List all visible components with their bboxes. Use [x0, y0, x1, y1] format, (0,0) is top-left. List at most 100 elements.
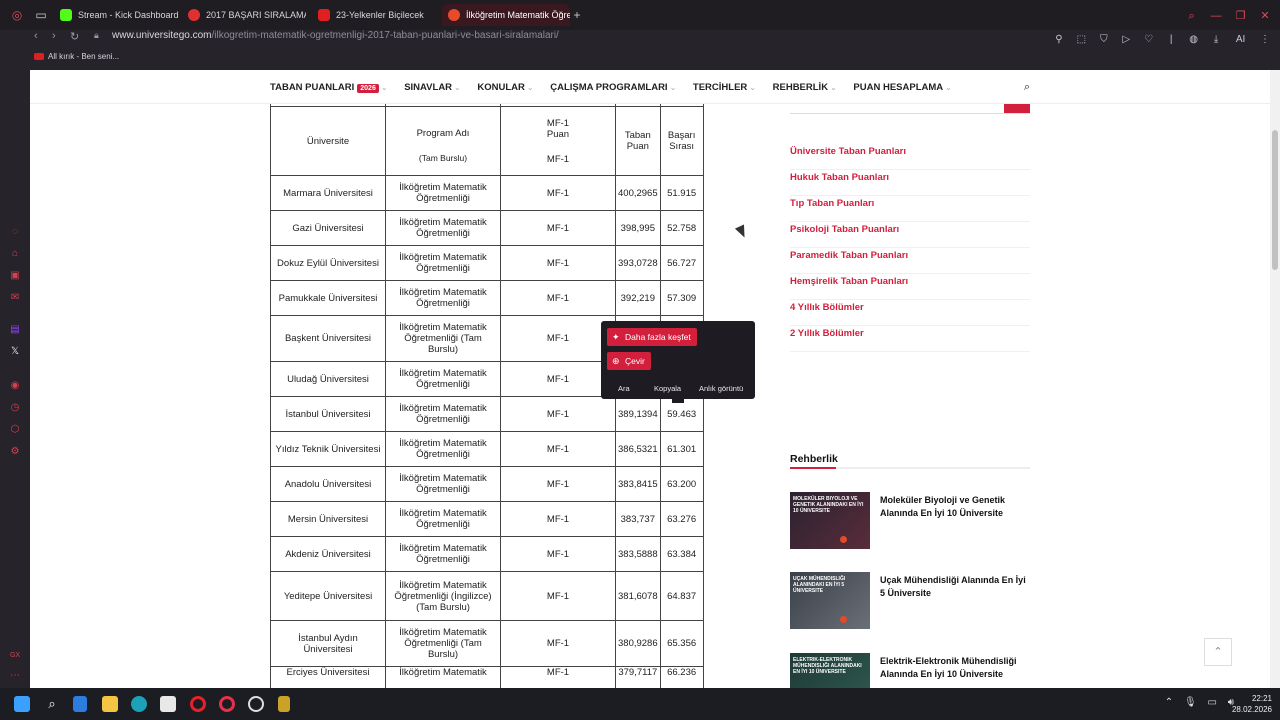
store-icon[interactable]: [160, 696, 176, 712]
new-tab-icon[interactable]: +: [570, 8, 584, 22]
browser-menu-icon[interactable]: ◎: [10, 8, 24, 22]
sidebar-link[interactable]: Psikoloji Taban Puanları: [790, 222, 1030, 248]
messenger-icon[interactable]: ✉: [9, 292, 21, 304]
post-item[interactable]: Uçak Mühendisliği Alanındaki En İyi 5 Ün…: [790, 572, 1030, 630]
reload-icon[interactable]: ↻: [70, 30, 79, 43]
download-icon[interactable]: ⤓: [1207, 34, 1225, 45]
history-icon[interactable]: ◷: [9, 402, 21, 414]
maximize-icon[interactable]: ❐: [1232, 9, 1250, 22]
network-icon[interactable]: ▭: [1207, 697, 1216, 708]
menu-sinavlar[interactable]: SINAVLAR ⌄: [404, 82, 461, 93]
tab-active[interactable]: İlköğretim Matematik Öğre: [442, 4, 570, 26]
table-cell: 386,5321: [615, 431, 661, 467]
post-thumbnail[interactable]: Elektrik-Elektronik Mühendisliği Alanınd…: [790, 653, 870, 688]
search-button[interactable]: [1004, 104, 1030, 113]
post-thumbnail[interactable]: Moleküler Biyoloji ve Genetik Alanındaki…: [790, 492, 870, 549]
app-icon[interactable]: [278, 696, 290, 712]
menu-taban-puanlari[interactable]: TABAN PUANLARI 2026 ⌄: [270, 82, 388, 93]
microphone-icon[interactable]: 🎙︎: [1184, 697, 1197, 708]
post-title[interactable]: Elektrik-Elektronik Mühendisliği Alanınd…: [880, 655, 1030, 681]
back-icon[interactable]: ‹: [34, 30, 38, 42]
sidebar-link[interactable]: Paramedik Taban Puanları: [790, 248, 1030, 274]
play-icon[interactable]: ▷: [1117, 34, 1135, 45]
scrollbar-thumb[interactable]: [1272, 130, 1278, 270]
url-field[interactable]: www.universitego.com/ilkogretim-matemati…: [112, 30, 559, 41]
search-icon[interactable]: ⌕: [44, 696, 60, 712]
sidebar-link[interactable]: Üniversite Taban Puanları: [790, 144, 1030, 170]
sidebar-link[interactable]: 4 Yıllık Bölümler: [790, 300, 1030, 326]
search-tabs-icon[interactable]: ⌕: [1183, 10, 1201, 23]
more-icon[interactable]: ⋮: [1256, 34, 1274, 45]
post-item[interactable]: Moleküler Biyoloji ve Genetik Alanındaki…: [790, 492, 1030, 550]
sidebar-link[interactable]: Hukuk Taban Puanları: [790, 170, 1030, 196]
twitch-icon[interactable]: ▤: [9, 324, 21, 336]
table-row: Dokuz Eylül Üniversitesi İlköğretim Matem…: [270, 245, 704, 281]
table-row: Anadolu Üniversitesi İlköğretim Matematik…: [270, 466, 704, 502]
profile-icon[interactable]: ◍: [1185, 34, 1203, 45]
sidebar-search[interactable]: [790, 104, 1030, 114]
table-cell: İlköğretim Matematik Öğretmenliği: [385, 361, 501, 397]
opera-icon[interactable]: [190, 696, 206, 712]
forward-icon[interactable]: ›: [52, 30, 56, 42]
post-thumbnail[interactable]: Uçak Mühendisliği Alanındaki En İyi 5 Ün…: [790, 572, 870, 629]
player-icon[interactable]: ▣: [9, 270, 21, 282]
sidebar-link[interactable]: Tıp Taban Puanları: [790, 196, 1030, 222]
sidebar-link[interactable]: 2 Yıllık Bölümler: [790, 326, 1030, 352]
menu-calisma-programlari[interactable]: ÇALIŞMA PROGRAMLARI ⌄: [550, 82, 676, 93]
task-view-icon[interactable]: [73, 696, 87, 712]
search-action[interactable]: Ara: [618, 384, 630, 393]
explore-button[interactable]: ✦ Daha fazla keşfet: [607, 328, 697, 346]
x-icon[interactable]: 𝕏: [9, 346, 21, 358]
snapshot-icon[interactable]: ⬚: [1072, 34, 1090, 45]
chevron-up-icon[interactable]: ⌃: [1165, 697, 1173, 708]
table-cell: 65.356: [659, 620, 704, 667]
menu-konular[interactable]: KONULAR ⌄: [477, 82, 533, 93]
universitego-icon: [448, 9, 460, 21]
music-icon[interactable]: ◉: [9, 380, 21, 392]
page-scrollbar[interactable]: [1270, 70, 1280, 688]
sidebar-link[interactable]: Hemşirelik Taban Puanları: [790, 274, 1030, 300]
minimize-icon[interactable]: —: [1207, 10, 1225, 22]
snapshot-action[interactable]: Anlık görüntü: [699, 384, 743, 393]
popup-pointer: [672, 397, 684, 403]
post-title[interactable]: Uçak Mühendisliği Alanında En İyi 5 Üniv…: [880, 574, 1030, 600]
menu-puan-hesaplama[interactable]: PUAN HESAPLAMA ⌄: [853, 82, 951, 93]
settings-icon[interactable]: ⚙: [9, 446, 21, 458]
obs-icon[interactable]: [248, 696, 264, 712]
shield-icon[interactable]: ⛉: [1095, 34, 1113, 45]
toolbar-icons: ⚲ ⬚ ⛉ ▷ ♡ | ◍ ⤓ AI ⋮: [1050, 29, 1274, 47]
menu-tercihler[interactable]: TERCİHLER ⌄: [693, 82, 756, 93]
table-cell: MF-1: [500, 280, 616, 316]
chevron-down-icon: ⌄: [945, 83, 952, 92]
home-icon[interactable]: ⌂: [9, 248, 21, 260]
sparkle-icon: ✦: [612, 332, 620, 342]
more-icon[interactable]: ⋯: [9, 670, 21, 682]
tab-kick[interactable]: Stream - Kick Dashboard: [54, 4, 178, 26]
tab-youtube[interactable]: 23-Yelkenler Biçilecek: [312, 4, 436, 26]
opera-gx-icon[interactable]: [219, 696, 235, 712]
copy-action[interactable]: Kopyala: [654, 384, 681, 393]
file-explorer-icon[interactable]: [102, 696, 118, 712]
windows-start-icon[interactable]: [14, 696, 30, 712]
browser-window: ◎ ▭ Stream - Kick Dashboard 2017 BAŞARI …: [0, 0, 1280, 688]
scroll-to-top-button[interactable]: ⌃: [1204, 638, 1232, 666]
workspaces-icon[interactable]: ▭: [34, 8, 48, 22]
menu-rehberlik[interactable]: REHBERLİK ⌄: [773, 82, 837, 93]
gx-icon[interactable]: GX: [9, 650, 21, 662]
post-title[interactable]: Moleküler Biyoloji ve Genetik Alanında E…: [880, 494, 1030, 520]
translate-button[interactable]: ⊕ Çevir: [607, 352, 651, 370]
pin-icon[interactable]: ⚲: [1050, 34, 1068, 45]
search-icon[interactable]: ⌕: [1024, 81, 1030, 94]
close-icon[interactable]: ✕: [1256, 9, 1274, 22]
table-cell: Marmara Üniversitesi: [270, 175, 386, 211]
post-item[interactable]: Elektrik-Elektronik Mühendisliği Alanınd…: [790, 653, 1030, 688]
edge-icon[interactable]: [131, 696, 147, 712]
extensions-icon[interactable]: ⬡: [9, 424, 21, 436]
clock[interactable]: 22:21 28.02.2026: [1232, 693, 1272, 715]
tab-2017-siralama[interactable]: 2017 BAŞARI SIRALAMAL: [182, 4, 306, 26]
heart-icon[interactable]: ♡: [1140, 34, 1158, 45]
table-cell: İlköğretim Matematik Öğretmenliği: [385, 245, 501, 281]
ai-icon[interactable]: AI: [1230, 34, 1252, 45]
aria-icon[interactable]: ◌: [9, 226, 21, 238]
bookmark-item[interactable]: All kırık - Ben seni...: [34, 52, 119, 61]
